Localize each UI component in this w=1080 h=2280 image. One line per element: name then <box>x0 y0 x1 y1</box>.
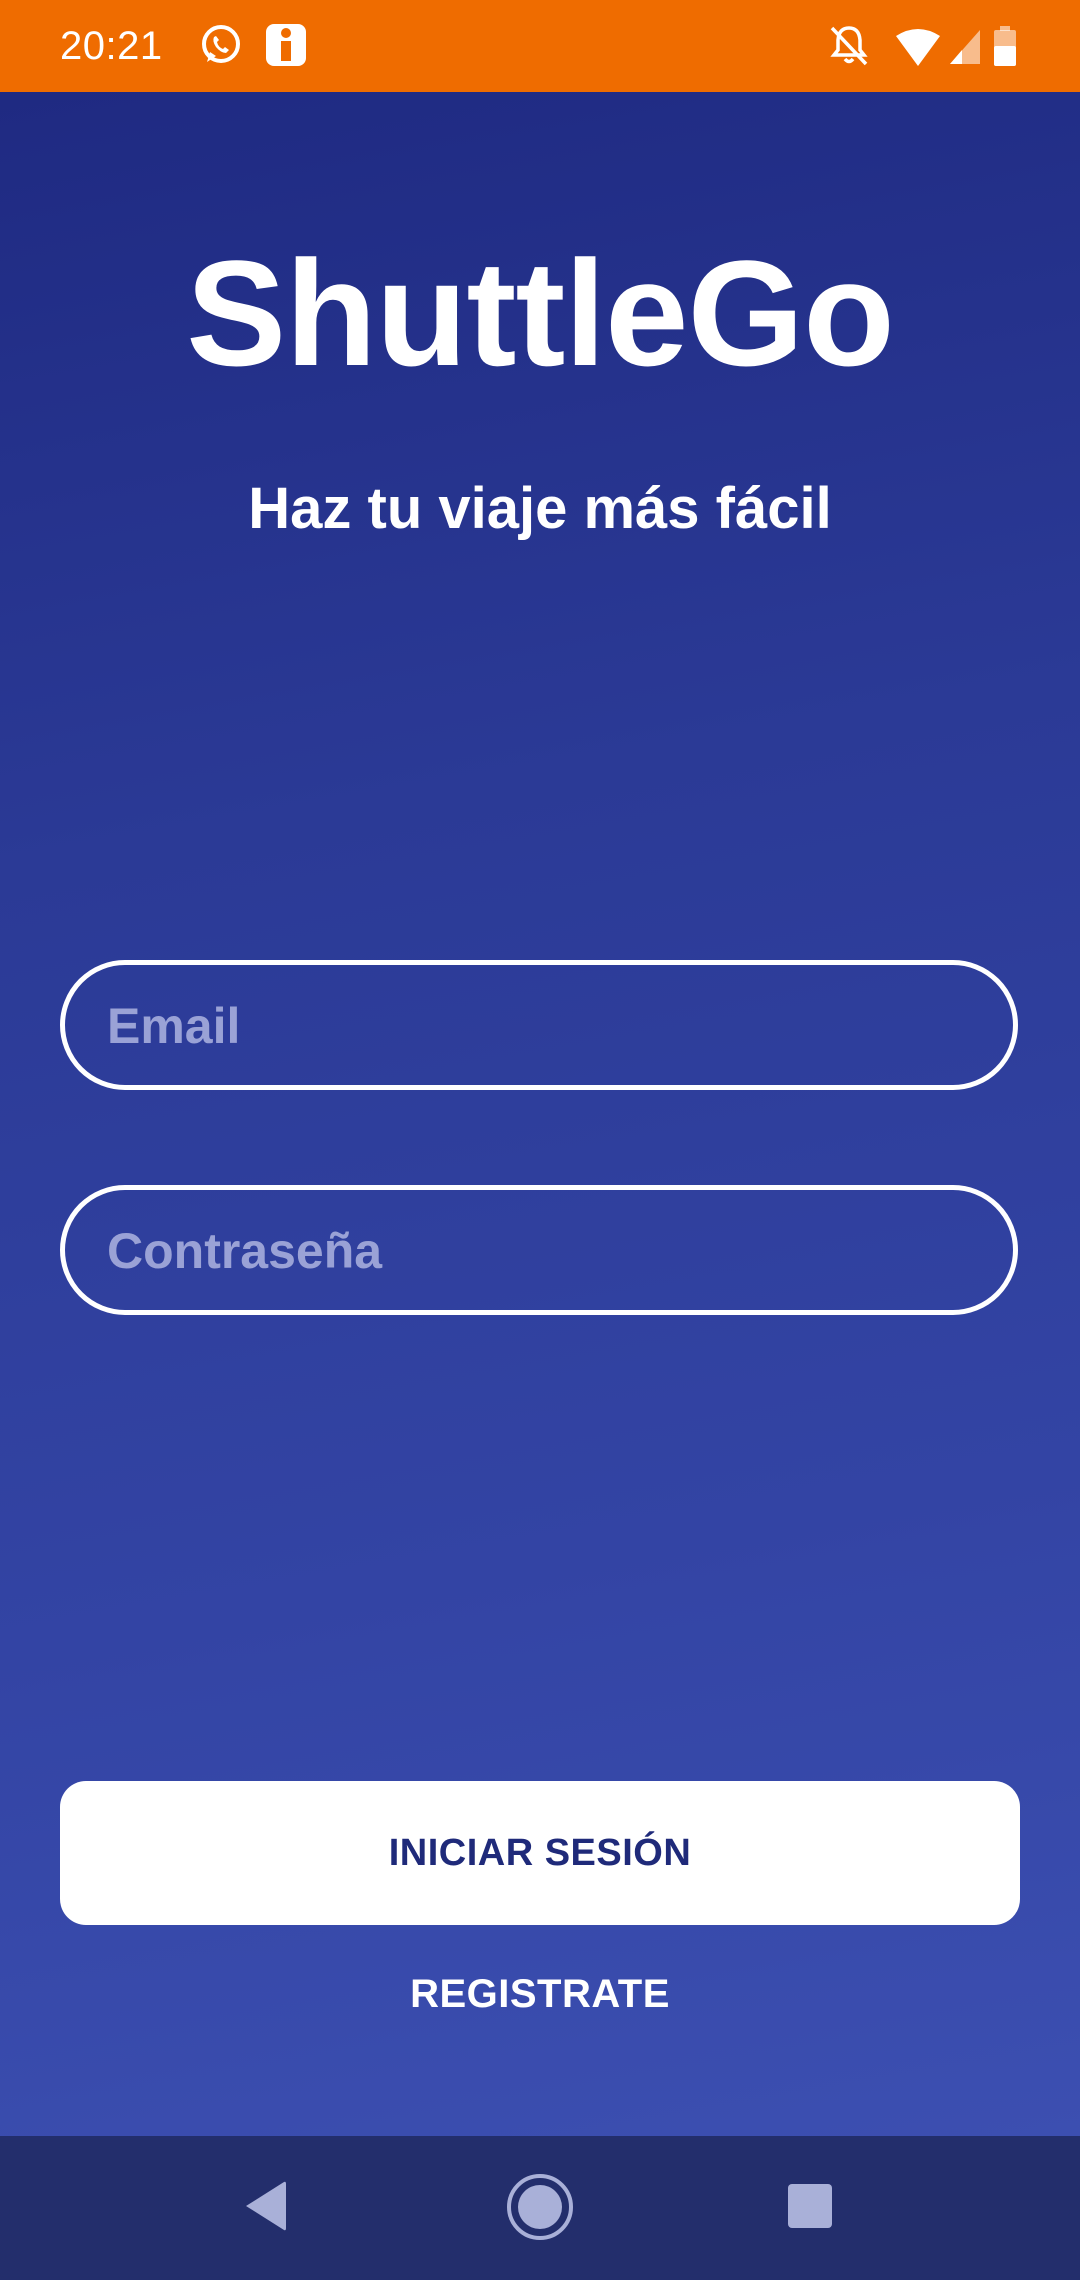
home-icon[interactable] <box>505 2172 575 2242</box>
app-title: ShuttleGo <box>186 229 895 397</box>
email-field-container <box>60 960 1018 1090</box>
login-button[interactable]: INICIAR SESIÓN <box>60 1781 1020 1925</box>
battery-icon <box>994 26 1016 66</box>
signal-icon <box>950 30 980 64</box>
login-screen: ShuttleGo Haz tu viaje más fácil INICIAR… <box>0 92 1080 2136</box>
info-icon <box>266 24 306 66</box>
whatsapp-icon <box>202 25 240 63</box>
wifi-icon <box>896 29 940 66</box>
status-time: 20:21 <box>60 24 163 68</box>
navigation-bar <box>0 2136 1080 2280</box>
recents-icon[interactable] <box>786 2182 834 2230</box>
password-field-container <box>60 1185 1018 1315</box>
status-bar: 20:21 <box>0 0 1080 92</box>
notifications-off-icon <box>830 26 868 66</box>
password-input[interactable] <box>105 1190 979 1312</box>
back-icon[interactable] <box>240 2174 290 2238</box>
app-subtitle: Haz tu viaje más fácil <box>248 476 832 541</box>
register-link[interactable]: REGISTRATE <box>0 1972 1080 2017</box>
email-input[interactable] <box>105 965 979 1087</box>
